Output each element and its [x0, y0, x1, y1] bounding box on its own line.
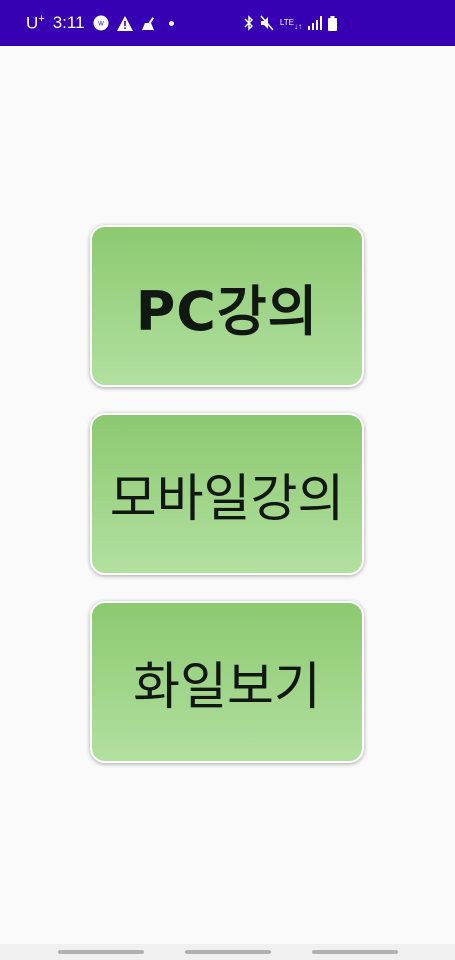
recent-apps-handle[interactable] — [58, 950, 144, 954]
mobile-lecture-label: 모바일강의 — [109, 470, 345, 529]
mute-icon — [260, 15, 274, 31]
lte-icon: LTE ↓↑ — [279, 18, 302, 31]
home-handle[interactable] — [185, 950, 271, 954]
mobile-lecture-button[interactable]: 모바일강의 — [90, 413, 364, 575]
carrier-label: U+ — [26, 12, 45, 33]
status-left: U+ 3:11 W — [26, 13, 174, 34]
svg-text:W: W — [98, 21, 104, 28]
warning-icon — [116, 15, 133, 31]
pc-lecture-label: PC강의 — [135, 279, 319, 343]
navigation-bar — [0, 944, 455, 960]
view-files-button[interactable]: 화일보기 — [90, 601, 364, 763]
status-time: 3:11 — [52, 13, 85, 32]
view-files-label: 화일보기 — [133, 658, 321, 717]
broom-icon — [141, 16, 157, 31]
webex-icon: W — [93, 15, 109, 31]
back-handle[interactable] — [312, 950, 398, 954]
battery-icon — [328, 15, 337, 31]
status-bar: U+ 3:11 W LTE ↓↑ — [0, 0, 455, 46]
status-right: LTE ↓↑ — [244, 15, 441, 31]
app-screen: U+ 3:11 W LTE ↓↑ PC강의 모바일강의 화일보기 — [0, 0, 455, 960]
bluetooth-icon — [244, 15, 254, 31]
signal-icon — [308, 16, 322, 30]
dot-icon — [168, 20, 174, 26]
pc-lecture-button[interactable]: PC강의 — [90, 225, 364, 387]
